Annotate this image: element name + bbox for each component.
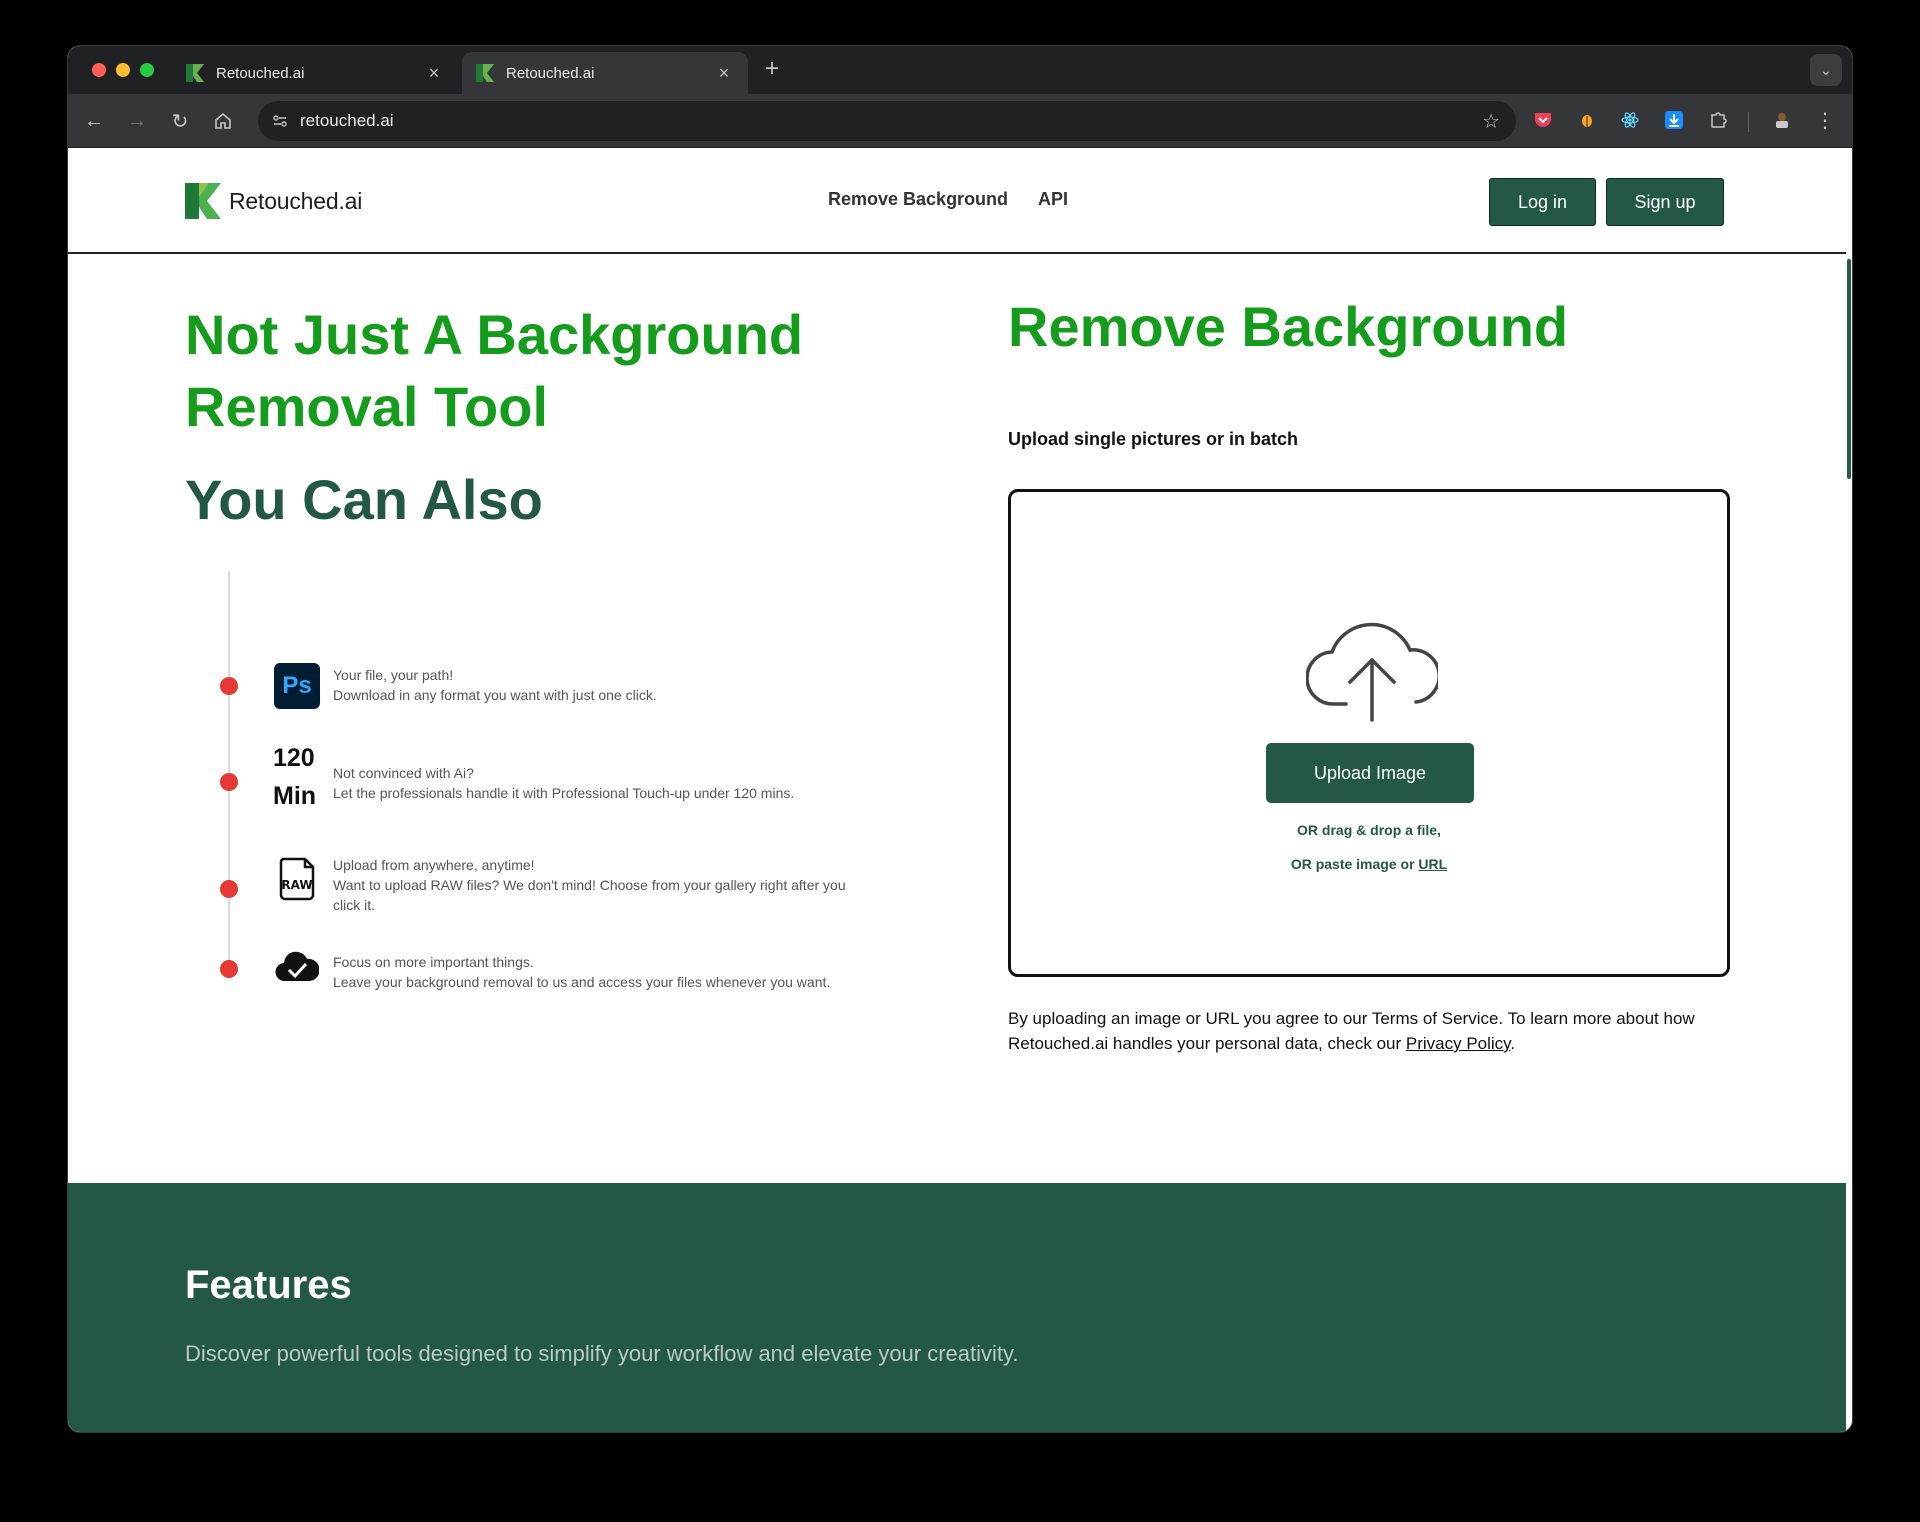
feature-item: Ps Your file, your path! Download in any… xyxy=(273,663,657,709)
features-title: Features xyxy=(185,1263,352,1307)
feature-heading: Your file, your path! xyxy=(333,667,454,683)
photoshop-icon: Ps xyxy=(273,663,321,709)
profile-avatar-icon[interactable] xyxy=(1770,108,1794,132)
site-header: Retouched.ai Remove Background API Log i… xyxy=(68,149,1846,254)
feature-heading: Focus on more important things. xyxy=(333,954,534,970)
timeline-dot xyxy=(220,677,238,695)
timeline-dot xyxy=(220,880,238,898)
logo-text: Retouched.ai xyxy=(229,187,363,214)
url-link[interactable]: URL xyxy=(1418,856,1447,872)
browser-menu-icon[interactable]: ⋮ xyxy=(1813,108,1837,132)
minimize-window-button[interactable] xyxy=(116,63,130,77)
feature-description: Let the professionals handle it with Pro… xyxy=(333,785,795,801)
feature-item: 120 Min Not convinced with Ai? Let the p… xyxy=(273,739,794,815)
timeline-dot xyxy=(220,960,238,978)
main-nav: Remove Background API xyxy=(828,189,1068,210)
svg-text:RAW: RAW xyxy=(281,878,312,892)
bug-extension-icon[interactable] xyxy=(1575,108,1599,132)
toolbar-divider xyxy=(1748,112,1749,132)
nav-remove-background[interactable]: Remove Background xyxy=(828,189,1008,210)
drag-drop-hint: OR drag & drop a file, xyxy=(1297,822,1441,838)
address-bar[interactable]: retouched.ai ☆ xyxy=(258,101,1516,141)
extensions-puzzle-icon[interactable] xyxy=(1706,108,1730,132)
browser-toolbar: ← → ↻ retouched.ai ☆ ⋮ xyxy=(68,94,1852,148)
paste-hint: OR paste image or URL xyxy=(1290,856,1448,872)
terms-notice: By uploading an image or URL you agree t… xyxy=(1008,1009,1695,1053)
react-devtools-icon[interactable] xyxy=(1618,108,1642,132)
hero-title: Not Just A Background Removal Tool xyxy=(185,303,804,438)
remove-background-title: Remove Background xyxy=(1008,295,1569,358)
retouched-favicon-icon xyxy=(476,64,494,82)
retouched-logo-icon xyxy=(185,183,221,219)
nav-api[interactable]: API xyxy=(1038,189,1068,210)
upload-dropzone[interactable]: Upload Image OR drag & drop a file, OR p… xyxy=(1008,489,1730,977)
signup-button[interactable]: Sign up xyxy=(1606,178,1724,226)
feature-item: RAW Upload from anywhere, anytime! Want … xyxy=(273,855,863,915)
site-logo[interactable]: Retouched.ai xyxy=(185,183,362,219)
download-extension-icon[interactable] xyxy=(1662,108,1686,132)
feature-description: Download in any format you want with jus… xyxy=(333,687,657,703)
reload-icon[interactable]: ↻ xyxy=(166,107,194,135)
feature-heading: Not convinced with Ai? xyxy=(333,765,474,781)
cloud-upload-icon xyxy=(1306,622,1438,722)
upload-subtitle: Upload single pictures or in batch xyxy=(1008,429,1299,449)
timeline-line xyxy=(228,571,230,967)
browser-tab-1[interactable]: Retouched.ai × xyxy=(172,52,458,94)
web-page: Retouched.ai Remove Background API Log i… xyxy=(68,149,1846,1432)
new-tab-button[interactable]: + xyxy=(758,56,786,84)
browser-window: Retouched.ai × Retouched.ai × + ⌄ ← → ↻ … xyxy=(68,46,1852,1432)
bookmark-star-icon[interactable]: ☆ xyxy=(1482,109,1500,134)
site-info-icon[interactable] xyxy=(270,111,290,131)
feature-heading: Upload from anywhere, anytime! xyxy=(333,857,535,873)
url-text: retouched.ai xyxy=(300,111,394,130)
tab-close-icon[interactable]: × xyxy=(714,63,734,84)
pocket-extension-icon[interactable] xyxy=(1531,108,1555,132)
forward-arrow-icon[interactable]: → xyxy=(123,107,151,135)
features-section: Features Discover powerful tools designe… xyxy=(68,1183,1846,1432)
tab-close-icon[interactable]: × xyxy=(424,63,444,84)
feature-item: Focus on more important things. Leave yo… xyxy=(273,949,830,992)
maximize-window-button[interactable] xyxy=(140,63,154,77)
tab-strip: Retouched.ai × Retouched.ai × + ⌄ xyxy=(68,46,1852,94)
raw-file-icon: RAW xyxy=(273,855,321,903)
feature-description: Want to upload RAW files? We don't mind!… xyxy=(333,877,846,913)
scrollbar-thumb[interactable] xyxy=(1847,259,1851,479)
tab-title: Retouched.ai xyxy=(216,64,305,82)
timeline-dot xyxy=(220,773,238,791)
upload-image-button[interactable]: Upload Image xyxy=(1266,743,1474,803)
you-can-also-title: You Can Also xyxy=(185,468,543,531)
privacy-policy-link[interactable]: Privacy Policy xyxy=(1406,1034,1511,1053)
home-icon[interactable] xyxy=(209,107,237,135)
tab-title: Retouched.ai xyxy=(506,64,595,82)
page-scrollbar[interactable] xyxy=(1846,149,1852,1432)
close-window-button[interactable] xyxy=(92,63,106,77)
features-subtitle: Discover powerful tools designed to simp… xyxy=(185,1341,1019,1366)
tab-search-chevron-icon[interactable]: ⌄ xyxy=(1810,54,1842,86)
cloud-check-icon xyxy=(273,949,321,983)
login-button[interactable]: Log in xyxy=(1489,178,1596,226)
120-min-badge: 120 Min xyxy=(273,744,317,810)
retouched-favicon-icon xyxy=(186,64,204,82)
feature-description: Leave your background removal to us and … xyxy=(333,974,831,990)
back-arrow-icon[interactable]: ← xyxy=(80,107,108,135)
browser-tab-2[interactable]: Retouched.ai × xyxy=(462,52,748,94)
